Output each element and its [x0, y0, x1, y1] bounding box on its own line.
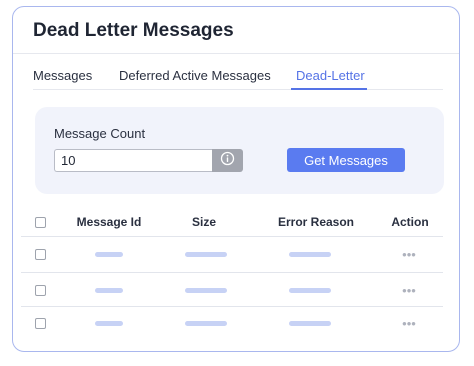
size-placeholder [185, 252, 227, 257]
row-checkbox[interactable] [35, 318, 46, 329]
size-placeholder [185, 321, 227, 326]
more-options-icon[interactable]: ••• [402, 248, 416, 261]
tabs-divider [33, 89, 443, 90]
active-tab-indicator [291, 88, 367, 90]
row-checkbox[interactable] [35, 249, 46, 260]
page-title: Dead Letter Messages [33, 20, 234, 41]
message-count-panel: Message Count Get Messages [35, 107, 444, 194]
column-header-message-id: Message Id [76, 215, 142, 229]
message-id-placeholder [95, 252, 123, 257]
info-addon[interactable] [212, 149, 243, 172]
column-header-error-reason: Error Reason [277, 215, 355, 229]
select-all-checkbox[interactable] [35, 217, 46, 228]
message-count-input[interactable] [54, 149, 212, 172]
error-reason-placeholder [289, 252, 331, 257]
tab-messages[interactable]: Messages [33, 68, 92, 83]
message-count-label: Message Count [54, 126, 146, 141]
get-messages-button[interactable]: Get Messages [287, 148, 405, 172]
message-id-placeholder [95, 321, 123, 326]
error-reason-placeholder [289, 288, 331, 293]
header-divider [21, 236, 443, 237]
error-reason-placeholder [289, 321, 331, 326]
dead-letter-card: Dead Letter Messages Messages Deferred A… [12, 6, 460, 352]
row-divider [21, 272, 443, 273]
size-placeholder [185, 288, 227, 293]
tab-dead-letter[interactable]: Dead-Letter [296, 68, 365, 83]
message-id-placeholder [95, 288, 123, 293]
column-header-size: Size [191, 215, 217, 229]
tab-deferred-active-messages[interactable]: Deferred Active Messages [119, 68, 271, 83]
title-divider [13, 53, 459, 54]
row-checkbox[interactable] [35, 285, 46, 296]
info-icon [220, 151, 235, 171]
column-header-action: Action [391, 215, 429, 229]
more-options-icon[interactable]: ••• [402, 317, 416, 330]
more-options-icon[interactable]: ••• [402, 284, 416, 297]
row-divider [21, 306, 443, 307]
